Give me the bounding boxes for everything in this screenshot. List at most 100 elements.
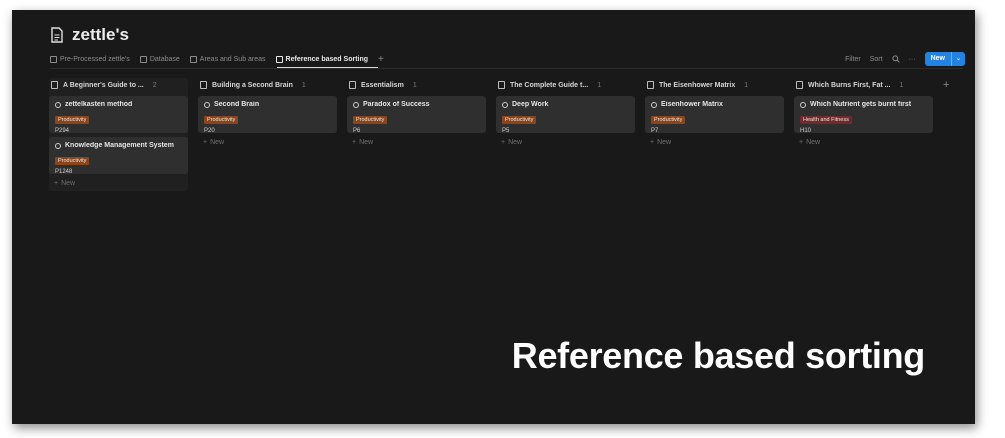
- add-card-button[interactable]: + New: [496, 139, 635, 146]
- tag-badge: Productivity: [55, 116, 90, 124]
- page-icon: [349, 81, 356, 89]
- column-count: 1: [597, 81, 602, 89]
- add-card-button[interactable]: + New: [645, 139, 784, 146]
- card-title: Paradox of Success: [363, 101, 430, 108]
- tab-label: Areas and Sub areas: [199, 56, 266, 63]
- plus-icon: +: [352, 139, 357, 146]
- tag-badge: Productivity: [353, 116, 388, 124]
- add-card-button[interactable]: + New: [198, 139, 337, 146]
- column-title: Essentialism: [361, 81, 404, 89]
- active-tab-indicator: [277, 67, 378, 68]
- status-circle-icon: [353, 101, 359, 108]
- board-card[interactable]: zettelkasten method Productivity P294: [49, 96, 188, 134]
- board-column: The Eisenhower Matrix 1 Eisenhower Matrix P…: [645, 78, 784, 191]
- card-title: Knowledge Management System: [65, 142, 174, 149]
- page-icon: [51, 27, 63, 43]
- column-header[interactable]: Building a Second Brain 1: [198, 78, 337, 92]
- caption-overlay: Reference based sorting: [511, 335, 926, 376]
- add-card-button[interactable]: + New: [794, 139, 933, 146]
- tab-reference-sorting[interactable]: Reference based Sorting: [275, 56, 368, 63]
- page-icon: [51, 81, 58, 89]
- column-count: 1: [412, 81, 417, 89]
- board-card[interactable]: Knowledge Management System Productivity P…: [49, 137, 188, 175]
- tag-badge: Productivity: [204, 116, 239, 124]
- tab-divider: [50, 68, 963, 69]
- add-card-button[interactable]: + New: [49, 180, 188, 187]
- page-title: zettle's: [72, 25, 129, 44]
- board-column: Which Burns First, Fat ... 1 Which Nutrien…: [794, 78, 933, 191]
- column-count: 1: [899, 81, 904, 89]
- column-count: 2: [152, 81, 157, 89]
- column-title: The Complete Guide t...: [510, 81, 589, 89]
- column-count: 1: [301, 81, 306, 89]
- plus-icon: +: [203, 139, 208, 146]
- status-circle-icon: [204, 101, 210, 108]
- chevron-down-icon[interactable]: ⌄: [952, 52, 965, 66]
- page-icon: [200, 81, 207, 89]
- tag-badge: Productivity: [502, 116, 537, 124]
- tab-label: Database: [149, 56, 180, 63]
- board-card[interactable]: Paradox of Success Productivity P6: [347, 96, 486, 134]
- add-card-label: New: [508, 139, 523, 146]
- column-title: A Beginner's Guide to ...: [63, 81, 144, 89]
- add-view-button[interactable]: +: [378, 54, 384, 65]
- view-tabs: Pre-Processed zettle's Database Areas an…: [50, 54, 384, 65]
- tab-database[interactable]: Database: [139, 56, 180, 63]
- plus-icon: +: [54, 180, 59, 187]
- column-title: Building a Second Brain: [212, 81, 293, 89]
- board-card[interactable]: Deep Work Productivity P5: [496, 96, 635, 134]
- add-card-label: New: [359, 139, 374, 146]
- card-title-row: Knowledge Management System: [55, 142, 182, 149]
- page-icon: [796, 81, 803, 89]
- board-column: Building a Second Brain 1 Second Brain Prod…: [198, 78, 337, 191]
- page-header: zettle's: [50, 25, 129, 45]
- new-button[interactable]: New ⌄: [924, 52, 965, 66]
- tag-badge: Productivity: [55, 157, 90, 165]
- add-card-label: New: [210, 139, 225, 146]
- card-title: Which Nutrient gets burnt first: [810, 101, 912, 108]
- add-card-button[interactable]: + New: [347, 139, 486, 146]
- page-icon: [647, 81, 654, 89]
- board: A Beginner's Guide to ... 2 zettelkasten m…: [49, 78, 949, 191]
- board-icon: [275, 56, 283, 63]
- column-header[interactable]: A Beginner's Guide to ... 2: [49, 78, 188, 92]
- board-column: Essentialism 1 Paradox of Success Productiv…: [347, 78, 486, 191]
- plus-icon: +: [501, 139, 506, 146]
- board-card[interactable]: Second Brain Productivity P20: [198, 96, 337, 134]
- card-title-row: Deep Work: [502, 101, 629, 108]
- tab-label: Pre-Processed zettle's: [60, 56, 130, 63]
- column-header[interactable]: The Complete Guide t... 1: [496, 78, 635, 92]
- column-header[interactable]: The Eisenhower Matrix 1: [645, 78, 784, 92]
- card-code: P20: [204, 128, 215, 134]
- column-header[interactable]: Which Burns First, Fat ... 1: [794, 78, 933, 92]
- column-title: The Eisenhower Matrix: [659, 81, 736, 89]
- card-title-row: zettelkasten method: [55, 101, 182, 108]
- app-window: zettle's Pre-Processed zettle's Database…: [12, 10, 975, 424]
- board-card[interactable]: Eisenhower Matrix Productivity P7: [645, 96, 784, 134]
- more-options-button[interactable]: ···: [909, 56, 916, 63]
- add-group-button[interactable]: +: [943, 78, 949, 191]
- card-title: Deep Work: [512, 101, 549, 108]
- column-header[interactable]: Essentialism 1: [347, 78, 486, 92]
- card-title-row: Second Brain: [204, 101, 331, 108]
- card-title-row: Eisenhower Matrix: [651, 101, 778, 108]
- search-icon[interactable]: [891, 55, 900, 63]
- column-count: 1: [744, 81, 749, 89]
- new-button-label: New: [930, 55, 945, 62]
- tab-pre-processed[interactable]: Pre-Processed zettle's: [50, 56, 130, 63]
- add-card-label: New: [806, 139, 821, 146]
- toolbar: Filter Sort ··· New ⌄: [845, 52, 965, 66]
- status-circle-icon: [651, 101, 657, 108]
- tag-badge: Health and Fitness: [800, 116, 852, 124]
- card-code: P1248: [55, 169, 73, 175]
- table-icon: [189, 56, 197, 63]
- plus-icon: +: [650, 139, 655, 146]
- board-column: A Beginner's Guide to ... 2 zettelkasten m…: [49, 78, 188, 191]
- board-card[interactable]: Which Nutrient gets burnt first Health an…: [794, 96, 933, 134]
- sort-button[interactable]: Sort: [870, 56, 883, 63]
- plus-icon: +: [799, 139, 804, 146]
- tab-areas[interactable]: Areas and Sub areas: [189, 56, 266, 63]
- card-code: P6: [353, 128, 361, 134]
- card-title: zettelkasten method: [65, 101, 133, 108]
- filter-button[interactable]: Filter: [845, 56, 861, 63]
